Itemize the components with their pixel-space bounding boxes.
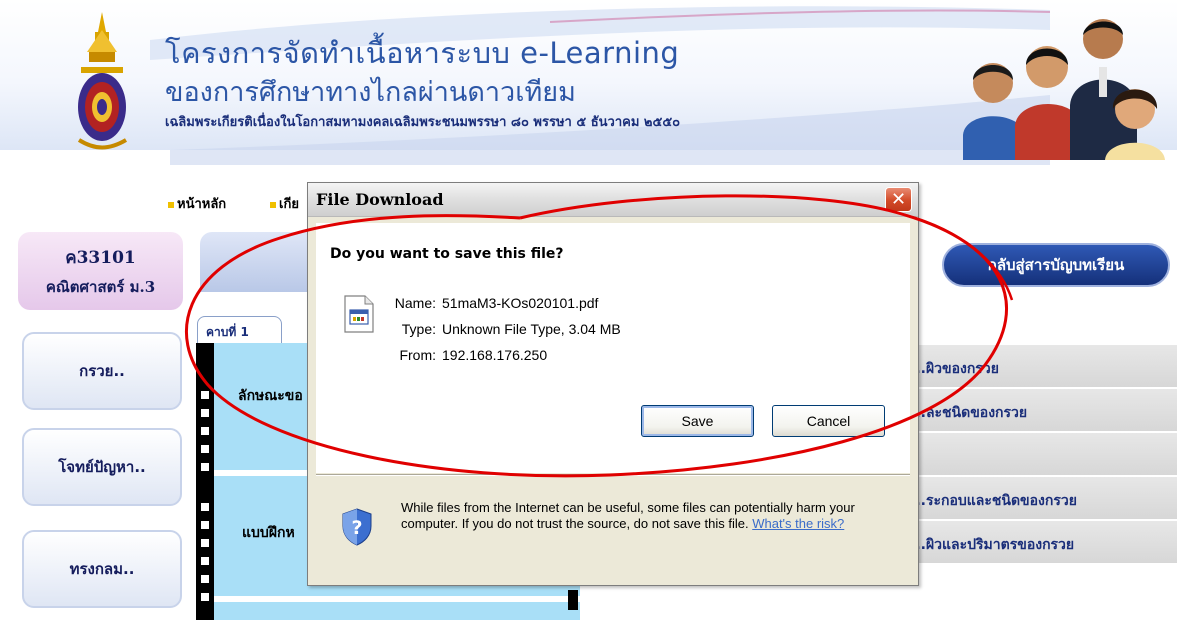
site-subtitle: ของการศึกษาทางไกลผ่านดาวเทียม [165, 77, 576, 108]
file-type-label: Type: [401, 321, 436, 337]
right-menu-item[interactable]: ...ระกอบและชนิดของกรวย [905, 477, 1177, 521]
tab-period-1[interactable]: คาบที่ 1 [197, 316, 282, 344]
dialog-question: Do you want to save this file? [330, 246, 564, 262]
security-shield-icon: ? [342, 508, 372, 546]
file-from-value: 192.168.176.250 [442, 347, 548, 363]
film-strip-decoration [568, 590, 578, 610]
course-name: คณิตศาสตร์ ม.3 [45, 278, 156, 296]
file-name-label: Name: [394, 295, 436, 311]
page: โครงการจัดทำเนื้อหาระบบ e-Learning ของกา… [0, 0, 1177, 620]
save-button[interactable]: Save [641, 405, 754, 437]
course-code: ค33101 [65, 248, 136, 268]
film-strip-decoration [196, 343, 214, 620]
security-warning: While files from the Internet can be use… [401, 500, 896, 532]
file-icon [344, 295, 374, 333]
sidebar-item-problems[interactable]: โจทย์ปัญหา.. [22, 428, 182, 506]
file-download-dialog: File Download ✕ Do you want to save this… [307, 182, 919, 586]
close-icon[interactable]: ✕ [885, 187, 912, 212]
nav-second-label: เกีย [279, 197, 299, 212]
dialog-title: File Download [316, 190, 444, 209]
content-link-2[interactable]: แบบฝึกห [242, 522, 295, 544]
site-tagline: เฉลิมพระเกียรติเนื่องในโอกาสมหามงคลเฉลิม… [165, 115, 681, 130]
sidebar-item-label: โจทย์ปัญหา.. [58, 458, 146, 476]
bullet-icon [168, 201, 174, 208]
bullet-icon [270, 201, 276, 208]
header-banner: โครงการจัดทำเนื้อหาระบบ e-Learning ของกา… [0, 0, 1177, 165]
right-menu-item[interactable]: ...ผิวของกรวย [905, 345, 1177, 389]
right-menu-item[interactable]: ...ผิวและปริมาตรของกรวย [905, 521, 1177, 565]
dialog-titlebar[interactable]: File Download ✕ [308, 183, 918, 217]
sidebar-item-sphere[interactable]: ทรงกลม.. [22, 530, 182, 608]
whats-the-risk-link[interactable]: What's the risk? [752, 516, 844, 531]
svg-text:?: ? [351, 517, 362, 539]
file-name-row: Name: 51maM3-KOs020101.pdf [376, 295, 599, 311]
sidebar-item-label: ทรงกลม.. [69, 560, 135, 578]
file-from-row: From: 192.168.176.250 [376, 347, 547, 363]
nav-home-label: หน้าหลัก [177, 197, 227, 212]
sidebar-item-label: กรวย.. [79, 362, 125, 380]
content-link-1[interactable]: ลักษณะขอ [238, 385, 303, 407]
right-menu-item[interactable] [905, 433, 1177, 477]
right-menu-item[interactable]: ...ละชนิดของกรวย [905, 389, 1177, 433]
file-from-label: From: [399, 347, 436, 363]
nav-home-link[interactable]: หน้าหลัก [168, 193, 226, 214]
content-divider [210, 596, 580, 602]
nav-second-link[interactable]: เกีย [270, 193, 299, 214]
sidebar-item-cone[interactable]: กรวย.. [22, 332, 182, 410]
dialog-divider [316, 475, 910, 476]
cancel-button[interactable]: Cancel [772, 405, 885, 437]
course-info-box: ค33101 คณิตศาสตร์ ม.3 [18, 232, 183, 310]
file-type-row: Type: Unknown File Type, 3.04 MB [376, 321, 621, 337]
file-name-value: 51maM3-KOs020101.pdf [442, 295, 599, 311]
back-to-contents-button[interactable]: กลับสู่สารบัญบทเรียน [942, 243, 1170, 287]
royal-emblem-icon [77, 12, 128, 150]
file-type-value: Unknown File Type, 3.04 MB [442, 321, 621, 337]
content-header [200, 232, 320, 292]
students-photo [963, 19, 1165, 160]
